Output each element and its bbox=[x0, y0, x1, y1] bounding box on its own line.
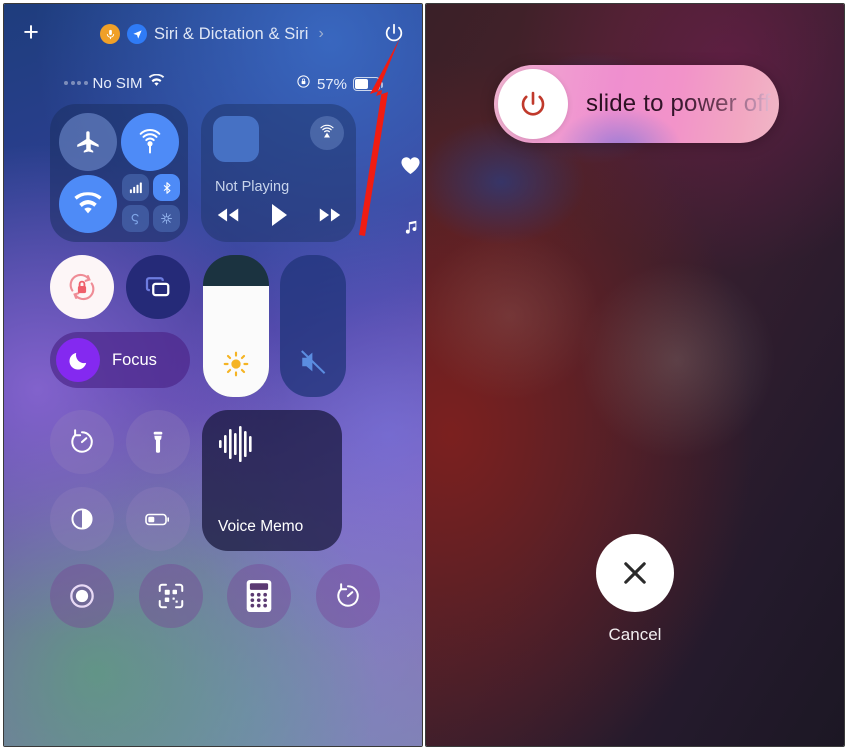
rotation-lock-icon bbox=[296, 74, 311, 94]
battery-percent-label: 57% bbox=[316, 75, 347, 93]
battery-icon bbox=[353, 77, 383, 91]
speaker-muted-icon bbox=[280, 347, 346, 377]
media-playback-tile[interactable]: Not Playing bbox=[201, 104, 356, 242]
location-arrow-icon bbox=[127, 24, 147, 44]
satellite-button[interactable] bbox=[153, 205, 180, 232]
cancel-label: Cancel bbox=[608, 625, 662, 644]
screen-record-button[interactable] bbox=[50, 564, 114, 628]
cancel-button[interactable] bbox=[596, 534, 674, 612]
calculator-button[interactable] bbox=[227, 564, 292, 628]
waveform-icon bbox=[219, 426, 259, 467]
media-rewind-button[interactable] bbox=[215, 206, 241, 229]
bluetooth-button[interactable] bbox=[153, 174, 180, 201]
chevron-right-icon: › bbox=[318, 25, 324, 42]
wifi-button[interactable] bbox=[59, 175, 117, 233]
connectivity-tile[interactable] bbox=[50, 104, 188, 242]
power-off-panel: slide to power off Cancel bbox=[425, 3, 845, 747]
status-bar: No SIM 57% bbox=[4, 72, 422, 98]
power-button[interactable] bbox=[383, 22, 405, 44]
siri-dictation-banner[interactable]: Siri & Dictation & Siri › bbox=[100, 24, 324, 44]
personal-hotspot-button[interactable] bbox=[122, 205, 149, 232]
focus-label: Focus bbox=[112, 350, 157, 369]
voice-memo-label: Voice Memo bbox=[218, 518, 304, 535]
timer-button[interactable] bbox=[50, 410, 114, 474]
microphone-icon bbox=[100, 24, 120, 44]
slide-to-power-off-slider[interactable]: slide to power off bbox=[494, 65, 779, 143]
airplay-icon[interactable] bbox=[310, 116, 344, 150]
music-note-icon[interactable] bbox=[403, 218, 421, 242]
media-forward-button[interactable] bbox=[317, 206, 343, 229]
signal-dots-icon bbox=[64, 81, 88, 85]
control-center-topbar: + Siri & Dictation & Siri › bbox=[4, 12, 422, 54]
low-power-mode-button[interactable] bbox=[126, 487, 190, 551]
dark-mode-button[interactable] bbox=[50, 487, 114, 551]
signal-bars-button[interactable] bbox=[122, 174, 149, 201]
slide-to-power-off-label: slide to power off bbox=[586, 65, 771, 143]
control-center-panel: + Siri & Dictation & Siri › No SIM 57% N… bbox=[3, 3, 423, 747]
media-play-button[interactable] bbox=[269, 203, 289, 232]
moon-icon bbox=[56, 338, 100, 382]
voice-memo-tile[interactable]: Voice Memo bbox=[202, 410, 342, 551]
siri-banner-label: Siri & Dictation & Siri bbox=[154, 24, 309, 43]
screenshot-stage: + Siri & Dictation & Siri › No SIM 57% N… bbox=[0, 0, 849, 750]
screen-mirroring-button[interactable] bbox=[126, 255, 190, 319]
brightness-slider[interactable] bbox=[203, 255, 269, 397]
control-center-grid: Not Playing Focus Voice Memo bbox=[50, 104, 420, 628]
rotation-lock-button[interactable] bbox=[50, 255, 114, 319]
carrier-label: No SIM bbox=[92, 74, 143, 92]
power-off-slider-knob[interactable] bbox=[498, 69, 568, 139]
media-status-label: Not Playing bbox=[215, 179, 290, 195]
add-control-button[interactable]: + bbox=[18, 19, 44, 46]
airplane-mode-button[interactable] bbox=[59, 113, 117, 171]
focus-mode-tile[interactable]: Focus bbox=[50, 332, 190, 388]
heart-icon[interactable] bbox=[400, 156, 421, 180]
qr-code-scanner-button[interactable] bbox=[138, 564, 203, 628]
volume-slider[interactable] bbox=[280, 255, 346, 397]
timer-button-2[interactable] bbox=[315, 564, 380, 628]
album-artwork bbox=[213, 116, 259, 162]
flashlight-button[interactable] bbox=[126, 410, 190, 474]
cancel-power-off: Cancel bbox=[426, 534, 844, 645]
cellular-data-button[interactable] bbox=[121, 113, 179, 171]
wifi-icon bbox=[148, 73, 165, 92]
sun-icon bbox=[203, 351, 269, 377]
